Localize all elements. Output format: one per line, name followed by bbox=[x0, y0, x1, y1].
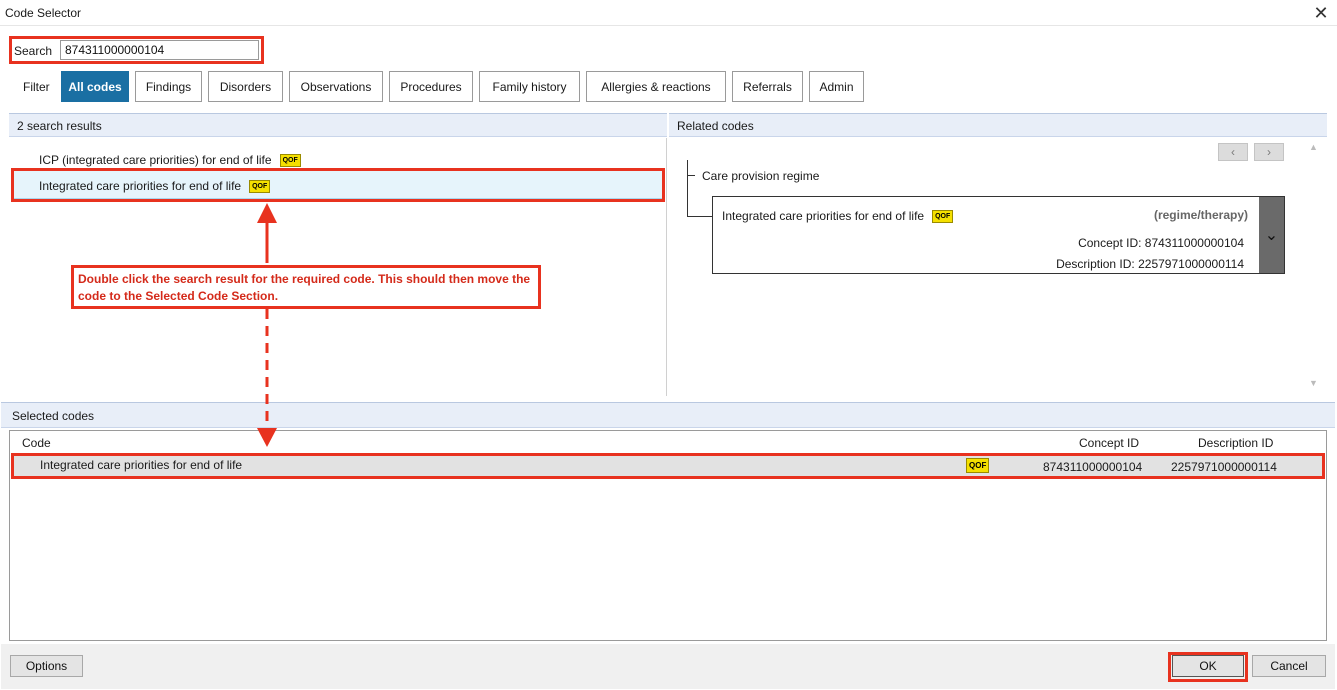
tab-findings[interactable]: Findings bbox=[135, 71, 202, 102]
instruction-callout: Double click the search result for the r… bbox=[71, 265, 541, 309]
concept-card-title: Integrated care priorities for end of li… bbox=[722, 209, 954, 223]
qof-badge: QOF bbox=[932, 209, 954, 223]
tab-disorders[interactable]: Disorders bbox=[208, 71, 283, 102]
related-codes-header: Related codes bbox=[669, 113, 1327, 137]
selected-row-highlight-box bbox=[11, 453, 1325, 479]
previous-button[interactable]: ‹ bbox=[1218, 143, 1248, 161]
column-header-code: Code bbox=[22, 436, 51, 450]
tab-observations[interactable]: Observations bbox=[289, 71, 383, 102]
ok-highlight-box bbox=[1168, 652, 1248, 682]
related-scrollbar[interactable]: ▲ ▼ bbox=[1306, 142, 1322, 392]
tab-referrals[interactable]: Referrals bbox=[732, 71, 803, 102]
tab-procedures[interactable]: Procedures bbox=[389, 71, 473, 102]
column-header-description-id: Description ID bbox=[1198, 436, 1274, 450]
result-label: ICP (integrated care priorities) for end… bbox=[39, 153, 272, 167]
tree-connector-line bbox=[687, 175, 695, 176]
title-bar bbox=[0, 0, 1337, 26]
search-highlight-box bbox=[9, 36, 264, 64]
tab-admin[interactable]: Admin bbox=[809, 71, 864, 102]
options-button[interactable]: Options bbox=[10, 655, 83, 677]
filter-label: Filter bbox=[23, 80, 50, 94]
search-result-item[interactable]: ICP (integrated care priorities) for end… bbox=[39, 153, 301, 167]
tree-connector-line bbox=[687, 216, 712, 217]
tab-allergies-reactions[interactable]: Allergies & reactions bbox=[586, 71, 726, 102]
column-header-concept-id: Concept ID bbox=[1079, 436, 1140, 450]
qof-badge: QOF bbox=[279, 153, 301, 167]
next-button[interactable]: › bbox=[1254, 143, 1284, 161]
description-id-text: Description ID: 2257971000000114 bbox=[1056, 257, 1244, 271]
scroll-down-icon[interactable]: ▼ bbox=[1309, 378, 1318, 388]
tab-family-history[interactable]: Family history bbox=[479, 71, 580, 102]
concept-id-text: Concept ID: 874311000000104 bbox=[1078, 236, 1244, 250]
scroll-up-icon[interactable]: ▲ bbox=[1309, 142, 1318, 152]
cancel-button[interactable]: Cancel bbox=[1252, 655, 1326, 677]
window-title: Code Selector bbox=[5, 6, 82, 20]
tab-all-codes[interactable]: All codes bbox=[61, 71, 129, 102]
selected-codes-header: Selected codes bbox=[1, 402, 1335, 428]
tree-connector-line bbox=[687, 160, 688, 217]
parent-concept[interactable]: Care provision regime bbox=[702, 169, 819, 183]
semantic-tag: (regime/therapy) bbox=[1153, 208, 1248, 222]
close-icon[interactable]: ✕ bbox=[1306, 0, 1336, 26]
chevron-down-icon[interactable]: ⌄ bbox=[1259, 197, 1284, 273]
bottom-bar bbox=[1, 644, 1335, 689]
search-results-header: 2 search results bbox=[9, 113, 667, 137]
concept-title-text: Integrated care priorities for end of li… bbox=[722, 209, 925, 223]
result-highlight-box bbox=[11, 168, 665, 202]
